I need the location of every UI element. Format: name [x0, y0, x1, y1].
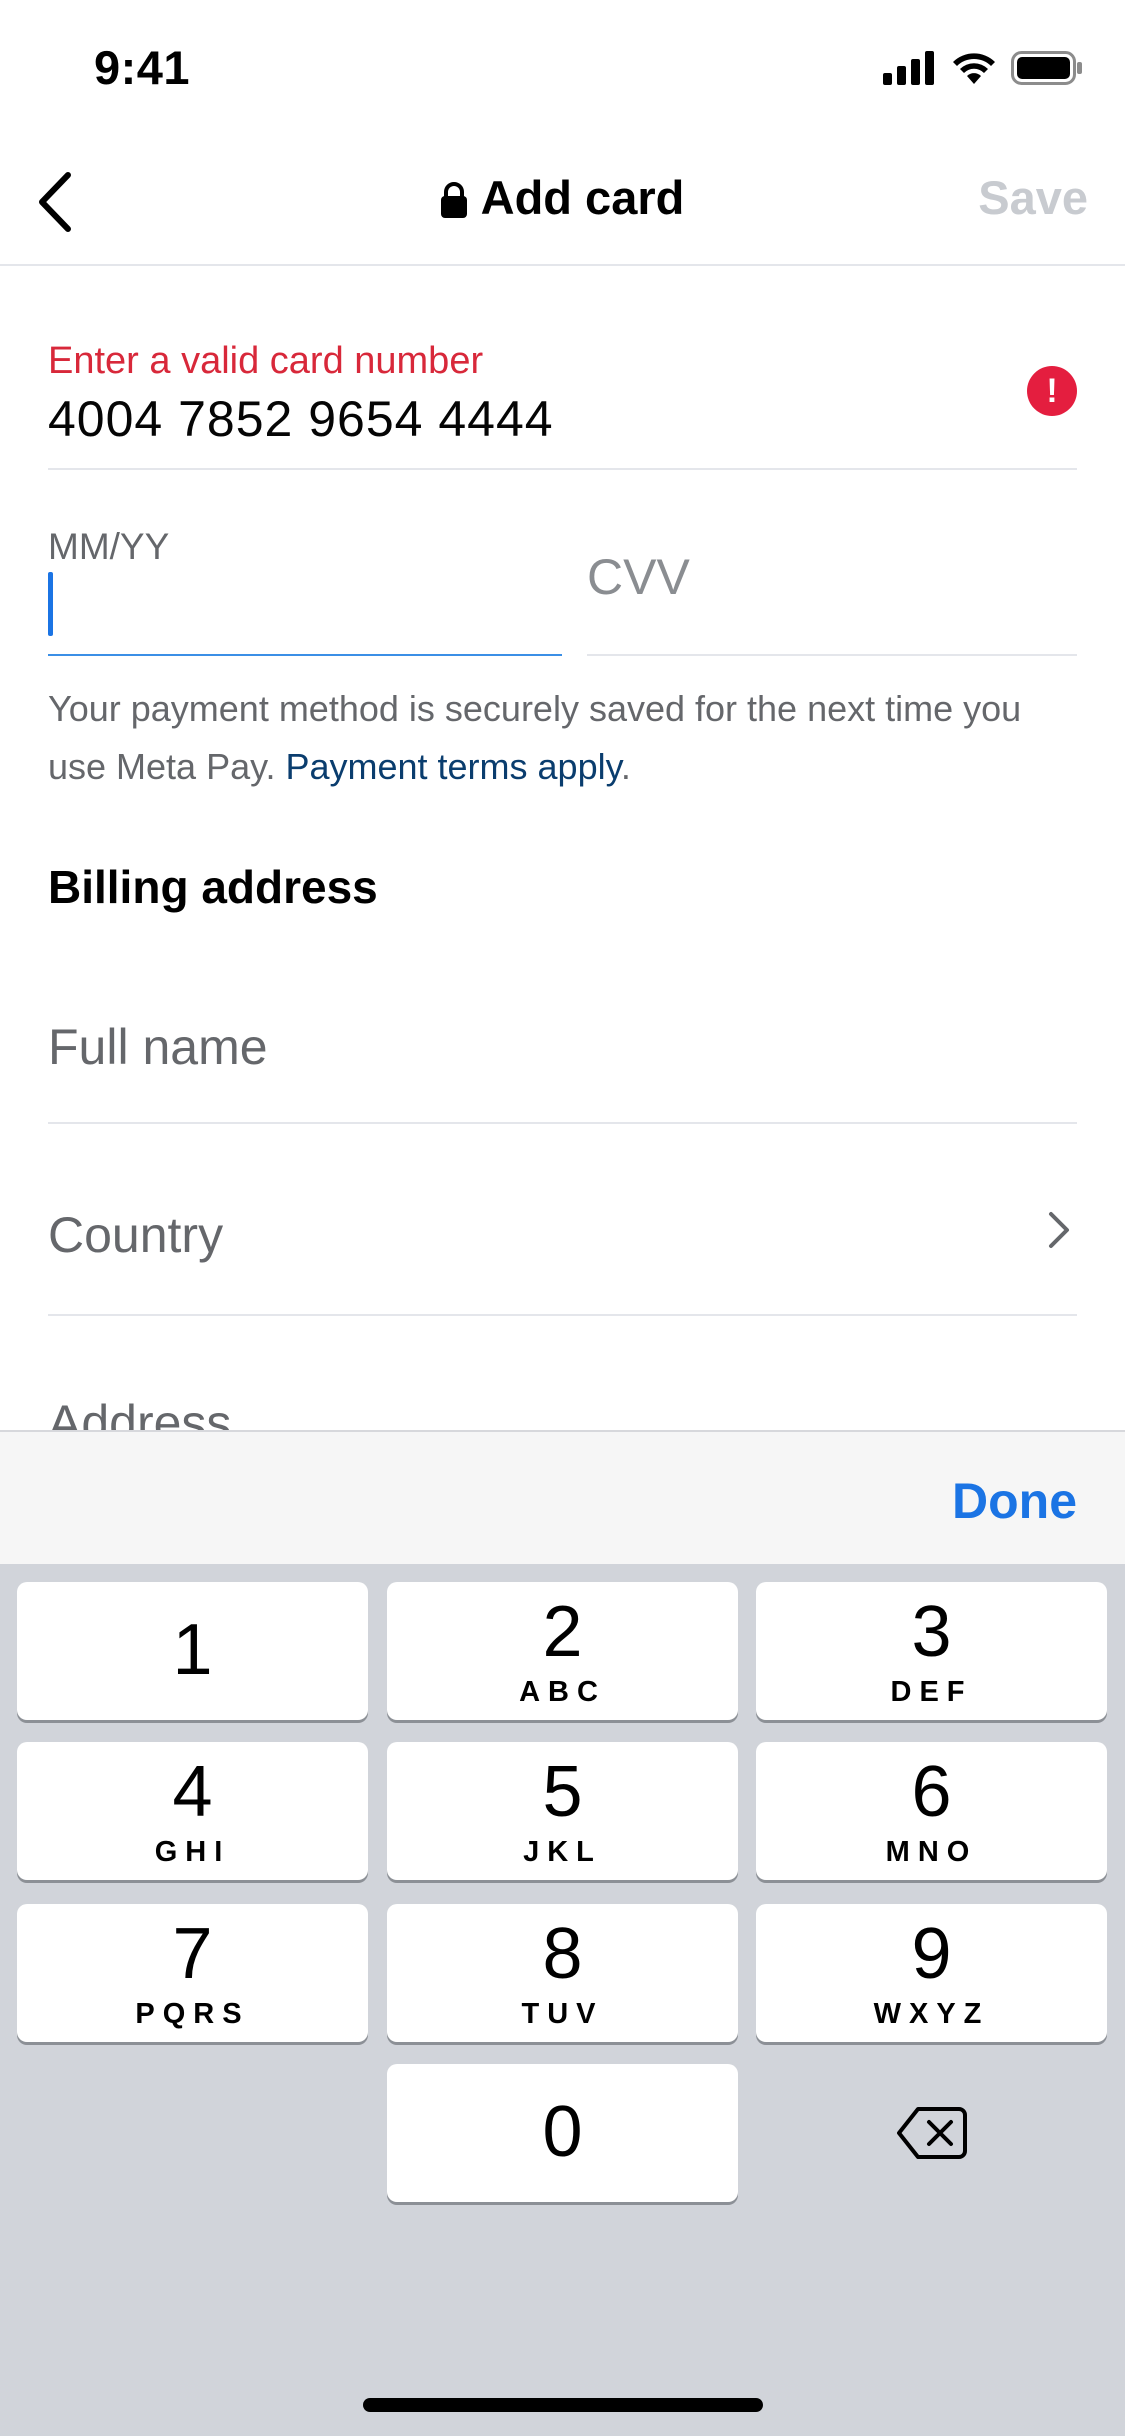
key-0[interactable]: 0 [387, 2064, 738, 2202]
navigation-bar: Add card Save [0, 140, 1125, 266]
key-8[interactable]: 8 TUV [387, 1904, 738, 2042]
address-field[interactable]: Address [48, 1316, 1077, 1436]
card-number-field[interactable]: Enter a valid card number 4004 7852 9654… [48, 266, 1077, 470]
page-title: Add card [0, 170, 1125, 225]
cvv-field[interactable]: CVV [587, 470, 1077, 656]
key-letters: ABC [519, 1676, 606, 1708]
key-9[interactable]: 9 WXYZ [756, 1904, 1107, 2042]
number-pad: 1 2 ABC 3 DEF 4 GHI 5 JKL 6 MNO 7 PQRS 8… [0, 1564, 1125, 2436]
key-digit: 4 [172, 1752, 213, 1832]
key-3[interactable]: 3 DEF [756, 1582, 1107, 1720]
key-digit: 5 [542, 1752, 583, 1832]
full-name-field[interactable]: Full name [48, 950, 1077, 1124]
key-letters: WXYZ [873, 1998, 990, 2030]
save-button[interactable]: Save [978, 170, 1088, 225]
home-indicator [363, 2398, 763, 2412]
country-field[interactable]: Country [48, 1124, 1077, 1316]
key-2[interactable]: 2 ABC [387, 1582, 738, 1720]
key-letters: PQRS [135, 1998, 250, 2030]
text-cursor [48, 572, 53, 636]
key-digit: 9 [911, 1914, 952, 1994]
full-name-placeholder: Full name [48, 1019, 268, 1075]
delete-key[interactable] [756, 2064, 1107, 2202]
done-button[interactable]: Done [952, 1472, 1077, 1530]
key-letters: JKL [523, 1836, 602, 1868]
chevron-right-icon [1049, 1212, 1069, 1248]
lock-icon [440, 182, 467, 218]
key-letters: GHI [154, 1836, 231, 1868]
backspace-icon [896, 2107, 967, 2159]
key-digit: 8 [542, 1914, 583, 1994]
key-digit: 1 [172, 1610, 213, 1690]
key-6[interactable]: 6 MNO [756, 1742, 1107, 1880]
payment-terms-link[interactable]: Payment terms apply [285, 746, 620, 787]
key-4[interactable]: 4 GHI [17, 1742, 368, 1880]
key-letters: DEF [890, 1676, 973, 1708]
cellular-signal-icon [883, 51, 934, 85]
expiry-field[interactable]: MM/YY [48, 470, 562, 656]
key-digit: 3 [911, 1592, 952, 1672]
key-letters: TUV [521, 1998, 604, 2030]
key-1[interactable]: 1 [17, 1582, 368, 1720]
key-digit: 0 [542, 2092, 583, 2172]
key-digit: 2 [542, 1592, 583, 1672]
battery-icon [1011, 51, 1082, 85]
keyboard-accessory-bar: Done [0, 1430, 1125, 1564]
billing-address-heading: Billing address [48, 861, 378, 913]
key-5[interactable]: 5 JKL [387, 1742, 738, 1880]
country-placeholder: Country [48, 1207, 224, 1263]
status-icons [883, 48, 1083, 88]
cvv-placeholder: CVV [587, 549, 690, 605]
page-title-text: Add card [480, 171, 685, 224]
key-digit: 6 [911, 1752, 952, 1832]
card-number-error: Enter a valid card number [48, 340, 484, 382]
status-time: 9:41 [94, 41, 191, 94]
key-digit: 7 [172, 1914, 213, 1994]
payment-note: Your payment method is securely saved fo… [48, 680, 1078, 796]
key-7[interactable]: 7 PQRS [17, 1904, 368, 2042]
key-letters: MNO [885, 1836, 978, 1868]
wifi-icon [953, 53, 995, 84]
status-bar: 9:41 [0, 0, 1125, 140]
card-number-value[interactable]: 4004 7852 9654 4444 [48, 390, 554, 448]
error-icon: ! [1027, 366, 1077, 416]
payment-note-suffix: . [620, 746, 631, 787]
expiry-label: MM/YY [48, 526, 170, 567]
